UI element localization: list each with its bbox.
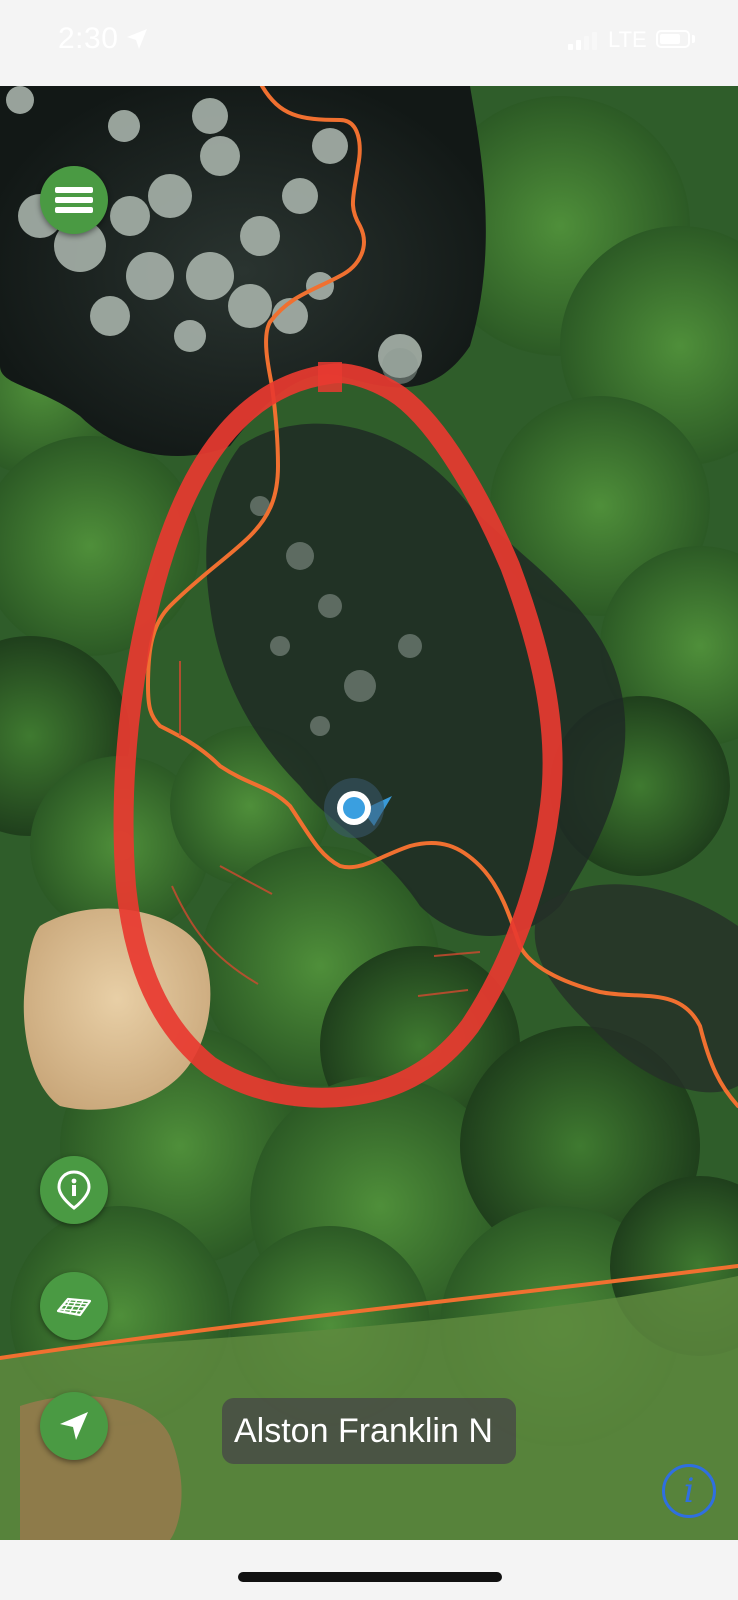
navigation-arrow-icon (60, 1412, 88, 1440)
place-name-label: Alston Franklin N (222, 1398, 516, 1464)
map-canvas[interactable] (0, 86, 738, 1540)
location-dot (343, 797, 365, 819)
map-layers-icon (56, 1297, 92, 1317)
hamburger-icon (55, 183, 93, 217)
signal-icon (568, 32, 597, 50)
battery-nub (692, 35, 695, 43)
battery-icon (656, 30, 690, 48)
menu-button[interactable] (40, 166, 108, 234)
map-pin-info-icon (57, 1170, 91, 1210)
info-button[interactable]: i (662, 1464, 716, 1518)
satellite-map[interactable] (0, 86, 738, 1540)
info-icon: i (683, 1471, 695, 1511)
battery-level (660, 34, 680, 44)
network-type: LTE (608, 27, 647, 52)
home-indicator[interactable] (238, 1572, 502, 1582)
status-bar: 2:30 LTE (0, 0, 738, 86)
red-circle-overlap (318, 362, 342, 392)
locate-me-button[interactable] (40, 1392, 108, 1460)
poi-button[interactable] (40, 1156, 108, 1224)
status-time: 2:30 (58, 22, 119, 55)
location-arrow-icon (127, 29, 147, 49)
home-indicator-area (0, 1540, 738, 1600)
layers-button[interactable] (40, 1272, 108, 1340)
